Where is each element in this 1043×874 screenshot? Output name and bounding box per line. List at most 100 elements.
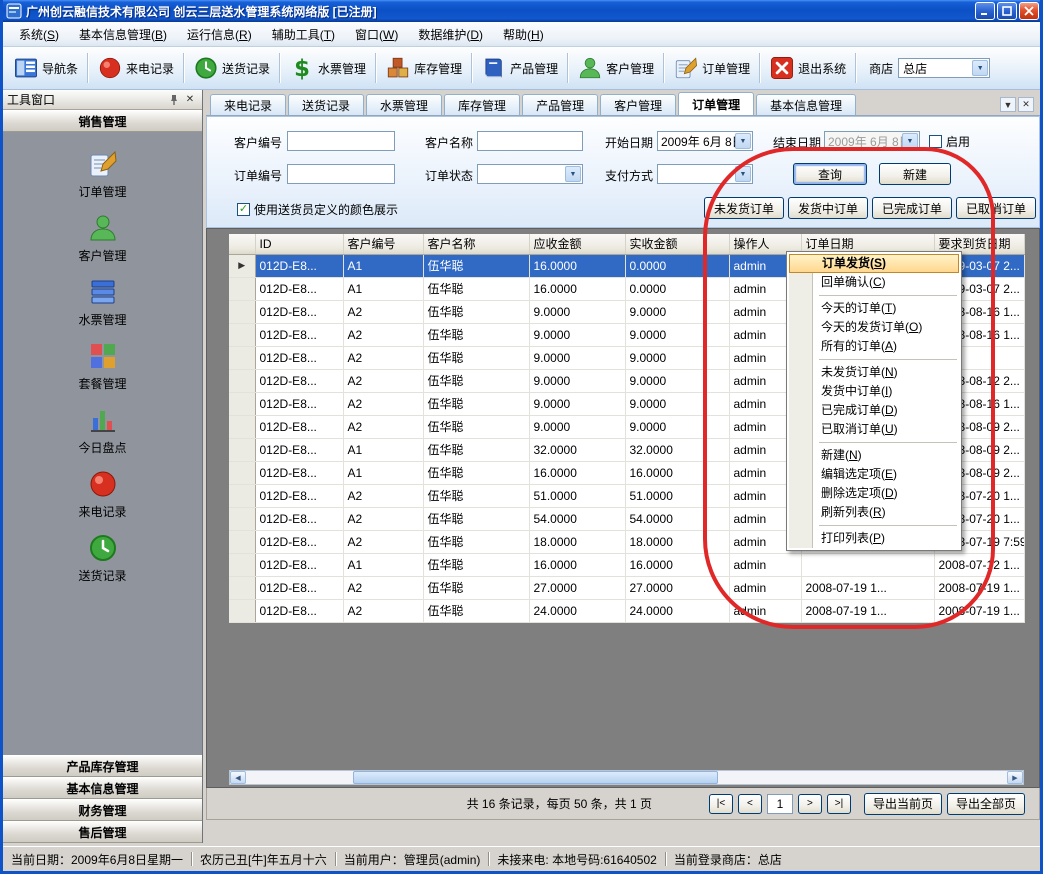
- column-header[interactable]: ID: [255, 234, 343, 254]
- column-header[interactable]: 客户编号: [343, 234, 423, 254]
- toolbar-button[interactable]: 导航条: [7, 51, 84, 85]
- sidebar-section-header[interactable]: 产品库存管理: [3, 755, 202, 777]
- sidebar-section-header[interactable]: 基本信息管理: [3, 777, 202, 799]
- sidebar-section-header[interactable]: 售后管理: [3, 821, 202, 843]
- customer-no-input[interactable]: [287, 131, 395, 151]
- row-selector-cell[interactable]: [229, 369, 255, 392]
- sidebar-item[interactable]: 今日盘点: [3, 398, 202, 462]
- tab-item[interactable]: 基本信息管理: [756, 94, 856, 115]
- customer-name-input[interactable]: [477, 131, 583, 151]
- context-menu-item[interactable]: 删除选定项(D): [789, 484, 959, 503]
- minimize-button[interactable]: [975, 2, 995, 20]
- context-menu-item[interactable]: 打印列表(P): [789, 529, 959, 548]
- enable-checkbox[interactable]: 启用: [929, 133, 970, 150]
- row-selector-cell[interactable]: [229, 484, 255, 507]
- sidebar-item[interactable]: 来电记录: [3, 462, 202, 526]
- context-menu-item[interactable]: 今天的订单(T): [789, 299, 959, 318]
- order-status-filter-button[interactable]: 未发货订单: [704, 197, 784, 219]
- table-row[interactable]: 012D-E8...A1伍华聪16.000016.0000admin2008-0…: [229, 553, 1024, 576]
- row-selector-cell[interactable]: [229, 507, 255, 530]
- row-selector-cell[interactable]: [229, 300, 255, 323]
- last-page-button[interactable]: >|: [827, 794, 851, 814]
- table-row[interactable]: 012D-E8...A2伍华聪27.000027.0000admin2008-0…: [229, 576, 1024, 599]
- next-page-button[interactable]: >: [798, 794, 822, 814]
- toolbar-button[interactable]: 产品管理: [475, 51, 564, 85]
- context-menu-item[interactable]: 编辑选定项(E): [789, 465, 959, 484]
- toolbar-button[interactable]: $水票管理: [283, 51, 372, 85]
- context-menu-item[interactable]: 回单确认(C): [789, 273, 959, 292]
- delivery-color-checkbox[interactable]: ✓ 使用送货员定义的颜色展示: [237, 201, 398, 218]
- maximize-button[interactable]: [997, 2, 1017, 20]
- end-date-picker[interactable]: 2009年 6月 8日 ▼: [824, 131, 920, 151]
- row-selector-cell[interactable]: [229, 530, 255, 553]
- context-menu-item[interactable]: 未发货订单(N): [789, 363, 959, 382]
- export-current-page-button[interactable]: 导出当前页: [864, 793, 942, 815]
- close-button[interactable]: [1019, 2, 1039, 20]
- chevron-down-icon[interactable]: ▼: [972, 60, 988, 76]
- tab-item[interactable]: 产品管理: [522, 94, 598, 115]
- scrollbar-track[interactable]: [246, 771, 1007, 784]
- column-header[interactable]: 应收金额: [529, 234, 625, 254]
- column-header[interactable]: 实收金额: [625, 234, 729, 254]
- prev-page-button[interactable]: <: [738, 794, 762, 814]
- sidebar-item[interactable]: 送货记录: [3, 526, 202, 590]
- row-selector-cell[interactable]: [229, 553, 255, 576]
- sidebar-item[interactable]: 水票管理: [3, 270, 202, 334]
- chevron-down-icon[interactable]: ▼: [565, 166, 581, 182]
- tab-list-chevron-down-icon[interactable]: ▼: [1000, 97, 1016, 112]
- context-menu-item[interactable]: 刷新列表(R): [789, 503, 959, 522]
- menu-item[interactable]: 基本信息管理(B): [69, 23, 177, 46]
- tab-item[interactable]: 送货记录: [288, 94, 364, 115]
- context-menu-item[interactable]: 所有的订单(A): [789, 337, 959, 356]
- toolbar-button[interactable]: 退出系统: [763, 51, 852, 85]
- order-status-filter-button[interactable]: 已取消订单: [956, 197, 1036, 219]
- tab-item[interactable]: 客户管理: [600, 94, 676, 115]
- chevron-down-icon[interactable]: ▼: [902, 133, 918, 149]
- scroll-right-icon[interactable]: ▶: [1007, 771, 1023, 784]
- row-selector-cell[interactable]: [229, 438, 255, 461]
- title-bar[interactable]: 广州创云融信技术有限公司 创云三层送水管理系统网络版 [已注册]: [0, 0, 1043, 22]
- sidebar-item[interactable]: 客户管理: [3, 206, 202, 270]
- sidebar-item[interactable]: 订单管理: [3, 142, 202, 206]
- row-selector-cell[interactable]: [229, 576, 255, 599]
- context-menu-item[interactable]: 发货中订单(I): [789, 382, 959, 401]
- sidebar-section-sales[interactable]: 销售管理: [3, 110, 202, 132]
- tab-item[interactable]: 水票管理: [366, 94, 442, 115]
- column-header[interactable]: 客户名称: [423, 234, 529, 254]
- order-status-select[interactable]: ▼: [477, 164, 583, 184]
- row-selector-cell[interactable]: [229, 323, 255, 346]
- current-page-input[interactable]: 1: [767, 794, 793, 814]
- toolbar-button[interactable]: 送货记录: [187, 51, 276, 85]
- row-selector-cell[interactable]: [229, 415, 255, 438]
- menu-item[interactable]: 辅助工具(T): [262, 23, 345, 46]
- tab-item[interactable]: 来电记录: [210, 94, 286, 115]
- row-selector-cell[interactable]: [229, 392, 255, 415]
- row-selector-cell[interactable]: ▶: [229, 254, 255, 277]
- menu-item[interactable]: 运行信息(R): [177, 23, 262, 46]
- first-page-button[interactable]: |<: [709, 794, 733, 814]
- toolbar-button[interactable]: 订单管理: [667, 51, 756, 85]
- horizontal-scrollbar[interactable]: ◀ ▶: [229, 770, 1024, 785]
- start-date-picker[interactable]: 2009年 6月 8日 ▼: [657, 131, 753, 151]
- store-select[interactable]: 总店▼: [898, 58, 990, 78]
- scroll-left-icon[interactable]: ◀: [230, 771, 246, 784]
- context-menu-item[interactable]: 已完成订单(D): [789, 401, 959, 420]
- order-status-filter-button[interactable]: 发货中订单: [788, 197, 868, 219]
- export-all-pages-button[interactable]: 导出全部页: [947, 793, 1025, 815]
- chevron-down-icon[interactable]: ▼: [735, 133, 751, 149]
- scrollbar-thumb[interactable]: [353, 771, 718, 784]
- context-menu-item[interactable]: 新建(N): [789, 446, 959, 465]
- row-selector-cell[interactable]: [229, 346, 255, 369]
- order-status-filter-button[interactable]: 已完成订单: [872, 197, 952, 219]
- context-menu-item[interactable]: 今天的发货订单(O): [789, 318, 959, 337]
- row-selector-cell[interactable]: [229, 599, 255, 622]
- tab-item[interactable]: 库存管理: [444, 94, 520, 115]
- pay-method-select[interactable]: ▼: [657, 164, 753, 184]
- chevron-down-icon[interactable]: ▼: [735, 166, 751, 182]
- toolbar-button[interactable]: 来电记录: [91, 51, 180, 85]
- sidebar-section-header[interactable]: 财务管理: [3, 799, 202, 821]
- menu-item[interactable]: 系统(S): [9, 23, 69, 46]
- pin-icon[interactable]: [166, 92, 182, 107]
- table-row[interactable]: 012D-E8...A2伍华聪24.000024.0000admin2008-0…: [229, 599, 1024, 622]
- tab-close-icon[interactable]: ✕: [1018, 97, 1034, 112]
